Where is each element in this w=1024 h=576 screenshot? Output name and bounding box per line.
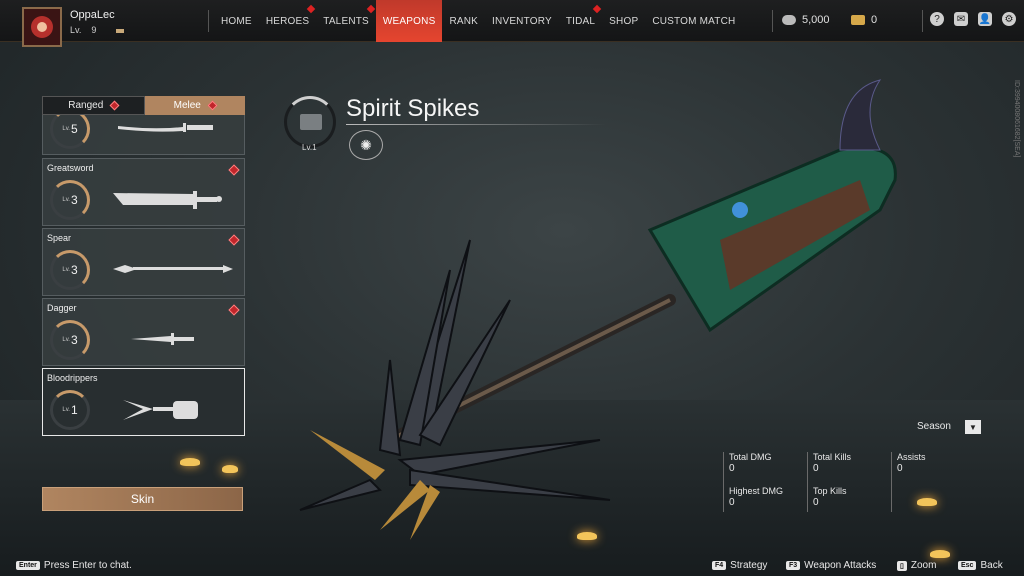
help-icon[interactable]: ? [930, 12, 944, 26]
tab-ranged[interactable]: Ranged [42, 96, 145, 115]
weapon-level-ring: Lv. 3 [50, 320, 90, 360]
notification-dot-icon [228, 164, 240, 176]
stat-total-dmg: Total DMG 0 Highest DMG 0 [723, 452, 783, 512]
settings-icon[interactable]: ⚙ [1002, 12, 1016, 26]
season-label: Season [917, 421, 951, 432]
nav-inventory[interactable]: INVENTORY [485, 0, 559, 42]
weapon-card-bloodrippers[interactable]: Bloodrippers Lv. 1 [42, 368, 245, 436]
nav-custom-match[interactable]: CUSTOM MATCH [645, 0, 742, 42]
divider [922, 10, 923, 32]
floating-lantern-icon [577, 532, 597, 540]
level-progress-bar [116, 29, 124, 33]
gold-currency: 0 [851, 14, 877, 26]
divider [772, 10, 773, 32]
weapon-list[interactable]: Lv. 5 Greatsword Lv. 3 Spear Lv. 3 Dagger L… [42, 115, 245, 437]
notification-dot-icon [592, 4, 602, 14]
gold-bar-icon [851, 15, 865, 25]
weapon-blades [299, 239, 611, 511]
weapon-card-katana[interactable]: Lv. 5 [42, 115, 245, 155]
notification-dot-icon [307, 4, 316, 14]
notification-dot-icon [207, 100, 218, 111]
notification-dot-icon [109, 100, 120, 111]
weapon-level-ring: Lv. 3 [50, 250, 90, 290]
zoom-button[interactable]: ▯ Zoom [897, 560, 936, 571]
main-nav: HOME HEROES TALENTS WEAPONS RANK INVENTO… [214, 0, 742, 42]
floating-lantern-icon [222, 465, 238, 473]
notification-dot-icon [366, 4, 376, 14]
notification-dot-icon [228, 304, 240, 316]
dagger-icon [131, 333, 194, 345]
player-level: Lv. 9 [70, 25, 97, 35]
notification-dot-icon [228, 234, 240, 246]
nav-shop[interactable]: SHOP [602, 0, 645, 42]
mouse-icon: ▯ [897, 560, 907, 571]
floating-lantern-icon [930, 550, 950, 558]
triangle-down-icon: ▼ [969, 422, 977, 432]
top-icons: ? ✉ 👤 ⚙ [930, 12, 1016, 26]
f3-key-icon: F3 [786, 561, 801, 570]
spiral-skill-icon[interactable]: ✺ [349, 130, 383, 160]
nav-home[interactable]: HOME [214, 0, 259, 42]
weapon-title: Spirit Spikes [346, 95, 480, 122]
nav-heroes[interactable]: HEROES [259, 0, 316, 42]
back-button[interactable]: Esc Back [958, 560, 1003, 571]
skin-button[interactable]: Skin [42, 487, 243, 511]
title-underline [346, 124, 606, 125]
esc-key-icon: Esc [958, 561, 977, 570]
weapon-level-ring: Lv. 3 [50, 180, 90, 220]
nav-talents[interactable]: TALENTS [316, 0, 376, 42]
nav-tidal[interactable]: TIDAL [559, 0, 602, 42]
katana-icon [118, 123, 213, 132]
floating-lantern-icon [180, 458, 200, 466]
divider [208, 10, 209, 32]
enter-key-icon: Enter [16, 561, 40, 570]
top-bar: OppaLec Lv. 9 HOME HEROES TALENTS WEAPONS… [0, 0, 1024, 47]
bloodrippers-icon [123, 400, 198, 420]
nav-weapons[interactable]: WEAPONS [375, 0, 443, 42]
category-tabs: Ranged Melee [42, 96, 245, 115]
silver-currency: 5,000 [782, 14, 830, 26]
spear-icon [113, 265, 233, 273]
player-id: ID:3994008061682[SEA] [1013, 80, 1020, 158]
stat-total-kills: Total Kills 0 Top Kills 0 [807, 452, 851, 512]
coin-icon [782, 15, 796, 25]
player-name: OppaLec [70, 9, 115, 21]
greatsword-icon [113, 191, 222, 209]
chat-hint[interactable]: Enter Press Enter to chat. [16, 560, 132, 571]
weapon-card-dagger[interactable]: Dagger Lv. 3 [42, 298, 245, 366]
weapon-head [647, 79, 897, 333]
weapon-card-greatsword[interactable]: Greatsword Lv. 3 [42, 158, 245, 226]
weapon-emblem-icon [284, 96, 336, 148]
weapon-attacks-button[interactable]: F3 Weapon Attacks [786, 560, 876, 571]
chest-icon [300, 114, 322, 130]
player-emblem-icon[interactable] [22, 7, 62, 47]
weapon-level-ring: Lv. 5 [50, 115, 90, 149]
stat-assists: Assists 0 [891, 452, 926, 512]
nav-rank[interactable]: RANK [442, 0, 485, 42]
strategy-button[interactable]: F4 Strategy [712, 560, 767, 571]
weapon-level-ring: Lv. 1 [50, 390, 90, 430]
mail-icon[interactable]: ✉ [954, 12, 968, 26]
f4-key-icon: F4 [712, 561, 727, 570]
weapon-card-spear[interactable]: Spear Lv. 3 [42, 228, 245, 296]
weapon-emblem-level: Lv.1 [302, 143, 317, 152]
tab-melee[interactable]: Melee [144, 96, 245, 115]
friends-icon[interactable]: 👤 [978, 12, 992, 26]
season-dropdown[interactable]: ▼ [965, 420, 981, 434]
